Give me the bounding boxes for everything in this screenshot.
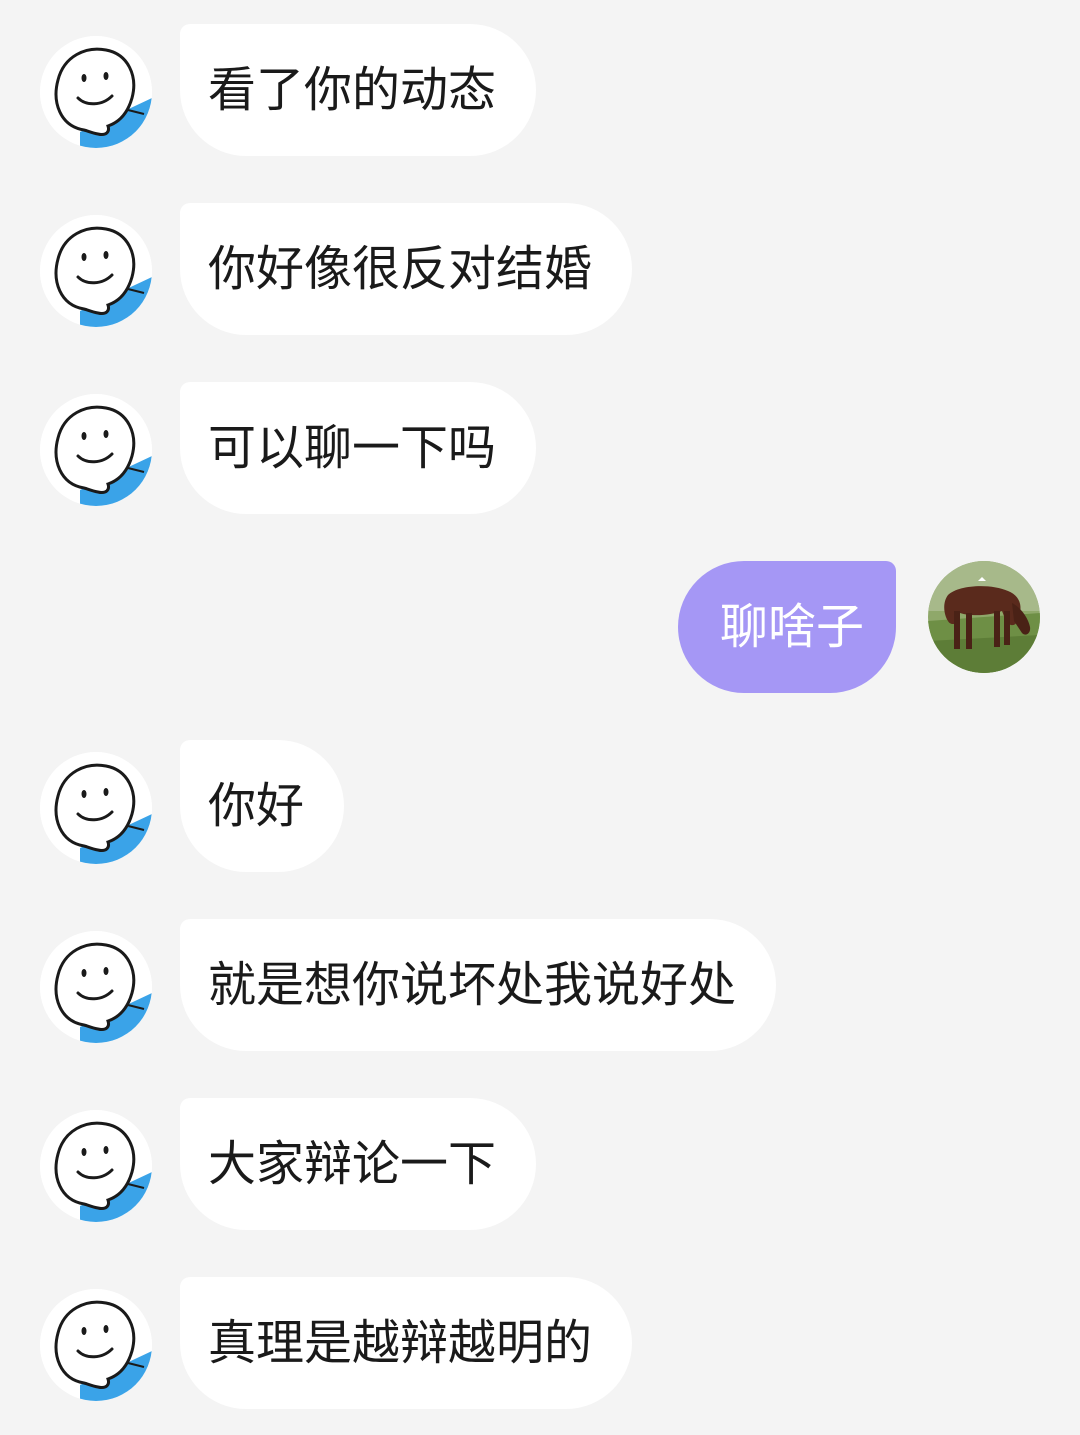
smiley-avatar-icon[interactable] [40,1110,152,1222]
incoming-message-bubble[interactable]: 你好像很反对结婚 [180,203,633,335]
smiley-avatar-icon[interactable] [40,394,152,506]
message-row: 真理是越辩越明的 [0,1277,1080,1409]
incoming-message-bubble[interactable]: 真理是越辩越明的 [180,1277,633,1409]
message-row: 你好像很反对结婚 [0,203,1080,335]
incoming-message-bubble[interactable]: 看了你的动态 [180,24,537,156]
incoming-message-bubble[interactable]: 你好 [180,740,345,872]
incoming-message-bubble[interactable]: 就是想你说坏处我说好处 [180,919,777,1051]
smiley-avatar-icon[interactable] [40,36,152,148]
smiley-avatar-icon[interactable] [40,1289,152,1401]
smiley-avatar-icon[interactable] [40,215,152,327]
message-row: 可以聊一下吗 [0,382,1080,514]
message-row: 就是想你说坏处我说好处 [0,919,1080,1051]
incoming-message-bubble[interactable]: 大家辩论一下 [180,1098,537,1230]
message-row: 看了你的动态 [0,24,1080,156]
outgoing-message-bubble[interactable]: 聊啥子 [677,561,896,693]
smiley-avatar-icon[interactable] [40,752,152,864]
message-row: 你好 [0,740,1080,872]
chat-message-list[interactable]: 看了你的动态 你好像很反对结婚 可以聊一下吗 聊啥子 你好 就是想你说坏处我说好… [0,0,1080,1435]
cow-photo-avatar[interactable] [928,561,1040,673]
incoming-message-bubble[interactable]: 可以聊一下吗 [180,382,537,514]
message-row: 聊啥子 [0,561,1080,693]
message-row: 大家辩论一下 [0,1098,1080,1230]
smiley-avatar-icon[interactable] [40,931,152,1043]
